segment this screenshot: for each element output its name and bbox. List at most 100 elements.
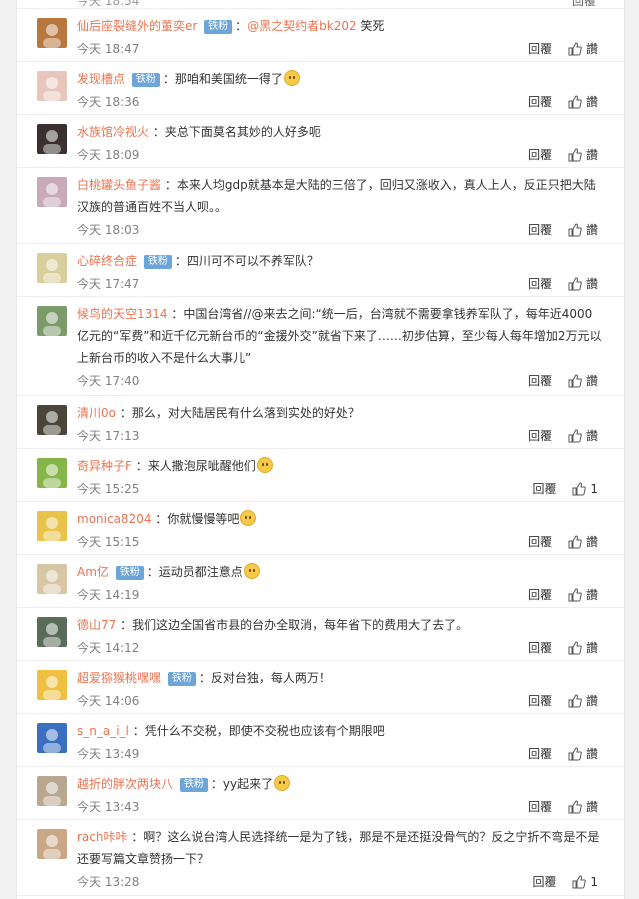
avatar[interactable]	[37, 776, 67, 806]
like-button[interactable]: 讚	[568, 148, 598, 162]
comment-username[interactable]: 发现槽点	[77, 72, 125, 86]
avatar[interactable]	[37, 670, 67, 700]
avatar[interactable]	[37, 306, 67, 336]
avatar[interactable]	[37, 723, 67, 753]
comment-username[interactable]: 白桃罐头鱼子酱	[77, 178, 161, 192]
comment-list: 仙后座裂缝外的董奕er 铁粉 ：@黑之契约者bk202 笑死 今天 18:47 回…	[17, 9, 624, 896]
comment-content: yy起来了	[222, 777, 274, 791]
thumbs-up-icon	[568, 799, 582, 821]
avatar[interactable]	[37, 253, 67, 283]
comment-item: 奇异种子F ：来人撒泡尿呲醒他们 今天 15:25 回覆 1	[17, 449, 624, 502]
comment-text: 心碎终合症 铁粉 ：四川可不可以不养军队？	[77, 250, 610, 272]
comment-meta: 今天 17:47 回覆 讚	[77, 273, 610, 295]
comment-colon: ：	[131, 830, 144, 844]
avatar[interactable]	[37, 18, 67, 48]
reply-button[interactable]: 回覆	[528, 588, 552, 602]
comment-username[interactable]: 心碎终合症	[77, 254, 137, 268]
like-button[interactable]: 1	[572, 875, 598, 889]
comment-username[interactable]: 清川0o	[77, 406, 116, 420]
reply-button[interactable]: 回覆	[533, 875, 557, 889]
reply-button[interactable]: 回覆	[528, 800, 552, 814]
avatar[interactable]	[37, 829, 67, 859]
comment-item: 超爱猕猴桃嘿嘿 铁粉 ：反对台独，每人两万！ 今天 14:06 回覆 讚	[17, 661, 624, 714]
comment-username[interactable]: 超爱猕猴桃嘿嘿	[77, 671, 161, 685]
comment-username[interactable]: 越折的胖次两块八	[77, 777, 173, 791]
like-label: 讚	[585, 535, 598, 549]
comment-meta: 今天 13:43 回覆 讚	[77, 796, 610, 818]
comment-text: 发现槽点 铁粉 ：那咱和美国统一得了	[77, 68, 610, 90]
avatar[interactable]	[37, 617, 67, 647]
comment-username[interactable]: monica8204	[77, 512, 151, 526]
comment-item: 发现槽点 铁粉 ：那咱和美国统一得了 今天 18:36 回覆 讚	[17, 62, 624, 115]
avatar[interactable]	[37, 458, 67, 488]
comment-username[interactable]: 仙后座裂缝外的董奕er	[77, 19, 197, 33]
comment-time: 今天 15:15	[77, 535, 140, 549]
reply-button[interactable]: 回覆	[528, 429, 552, 443]
reply-button[interactable]: 回覆	[528, 277, 552, 291]
reply-button[interactable]: 回覆	[528, 641, 552, 655]
like-label: 讚	[585, 277, 598, 291]
like-button[interactable]: 讚	[568, 223, 598, 237]
like-button[interactable]: 讚	[568, 800, 598, 814]
reply-button[interactable]: 回覆	[572, 0, 596, 9]
reply-button[interactable]: 回覆	[528, 42, 552, 56]
like-button[interactable]: 讚	[568, 747, 598, 761]
like-button[interactable]: 讚	[568, 694, 598, 708]
avatar[interactable]	[37, 71, 67, 101]
reply-button[interactable]: 回覆	[528, 95, 552, 109]
comment-colon: ：	[164, 178, 177, 192]
like-label: 讚	[585, 641, 598, 655]
comment-actions: 回覆 讚	[528, 531, 598, 556]
like-label: 讚	[585, 747, 598, 761]
reply-button[interactable]: 回覆	[528, 535, 552, 549]
comment-time: 今天 18:03	[77, 223, 140, 237]
thumbs-up-icon	[568, 428, 582, 450]
like-button[interactable]: 讚	[568, 277, 598, 291]
emoji-dog-icon	[256, 457, 273, 473]
comment-content: 四川可不可以不养军队？	[186, 254, 319, 268]
like-button[interactable]: 讚	[568, 588, 598, 602]
reply-button[interactable]: 回覆	[528, 694, 552, 708]
comment-username[interactable]: s_n_a_i_l	[77, 724, 129, 738]
comment-colon: ：	[120, 618, 133, 632]
reply-button[interactable]: 回覆	[528, 148, 552, 162]
comment-text: 奇异种子F ：来人撒泡尿呲醒他们	[77, 455, 610, 477]
comment-content: 夹总下面莫名其妙的人好多呃	[164, 125, 321, 139]
avatar[interactable]	[37, 405, 67, 435]
like-button[interactable]: 讚	[568, 641, 598, 655]
comment-time: 今天 17:13	[77, 429, 140, 443]
like-button[interactable]: 讚	[568, 535, 598, 549]
comment-meta: 今天 13:28 回覆 1	[77, 871, 610, 893]
avatar[interactable]	[37, 564, 67, 594]
comment-meta: 今天 14:12 回覆 讚	[77, 637, 610, 659]
avatar[interactable]	[37, 124, 67, 154]
like-button[interactable]: 讚	[568, 42, 598, 56]
reply-button[interactable]: 回覆	[528, 747, 552, 761]
comment-username[interactable]: rach咔咔	[77, 830, 128, 844]
emoji-face-icon	[283, 70, 300, 86]
comment-username[interactable]: 水族馆冷视火	[77, 125, 149, 139]
reply-button[interactable]: 回覆	[533, 482, 557, 496]
like-button[interactable]: 讚	[568, 95, 598, 109]
comment-text: 候鸟的天空1314 ：中国台湾省//@来去之间:“统一后，台湾就不需要拿钱养军队…	[77, 303, 610, 369]
reply-button[interactable]: 回覆	[528, 374, 552, 388]
comment-username[interactable]: Am亿	[77, 565, 109, 579]
reply-button[interactable]: 回覆	[528, 223, 552, 237]
comment-text: 超爱猕猴桃嘿嘿 铁粉 ：反对台独，每人两万！	[77, 667, 610, 689]
comment-item: 仙后座裂缝外的董奕er 铁粉 ：@黑之契约者bk202 笑死 今天 18:47 回…	[17, 9, 624, 62]
comment-content: 你就慢慢等吧	[167, 512, 240, 526]
like-button[interactable]: 1	[572, 482, 598, 496]
comment-username[interactable]: 德山77	[77, 618, 116, 632]
comment-username[interactable]: 候鸟的天空1314	[77, 307, 168, 321]
comment-item: 白桃罐头鱼子酱 ：本来人均gdp就基本是大陆的三倍了，回归又涨收入，真人上人，反…	[17, 168, 624, 244]
comment-content: 反对台独，每人两万！	[210, 671, 331, 685]
avatar[interactable]	[37, 511, 67, 541]
thumbs-up-icon	[568, 373, 582, 395]
like-button[interactable]: 讚	[568, 374, 598, 388]
avatar[interactable]	[37, 177, 67, 207]
comment-time: 今天 18:47	[77, 42, 140, 56]
mention-link[interactable]: @黑之契约者bk202	[247, 19, 356, 33]
comment-content: 啊？这么说台湾人民选择统一是为了钱，那是不是还挺没骨气的？反之宁折不弯是不是还要…	[77, 830, 600, 866]
like-button[interactable]: 讚	[568, 429, 598, 443]
comment-username[interactable]: 奇异种子F	[77, 459, 132, 473]
